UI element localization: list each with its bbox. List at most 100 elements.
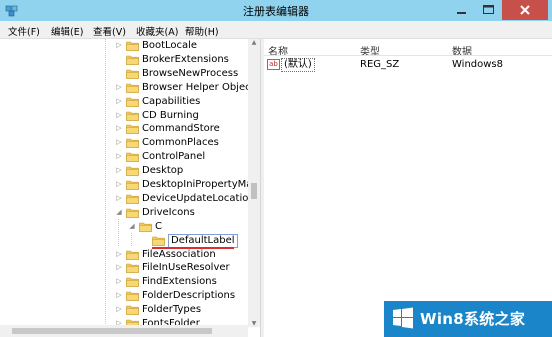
- tree-item[interactable]: ▷ CD Burning: [0, 109, 248, 123]
- values-list[interactable]: 名称 类型 数据 ab (默认) REG_SZ Windows8: [264, 39, 552, 337]
- menu-view[interactable]: 查看(V): [93, 24, 126, 38]
- tree-item-label: CD Burning: [142, 109, 199, 121]
- tree-item[interactable]: ◢ C: [0, 220, 248, 234]
- folder-icon: [126, 277, 139, 288]
- folder-icon: [126, 97, 139, 107]
- folder-icon: [126, 69, 139, 79]
- tree-item[interactable]: DefaultLabel: [0, 233, 248, 248]
- tree-item[interactable]: ▷ FolderDescriptions: [0, 289, 248, 303]
- tree-item-label: FolderDescriptions: [142, 290, 236, 302]
- folder-icon: [126, 138, 139, 149]
- title-bar: 注册表编辑器: [0, 0, 552, 21]
- tree-item-label: ControlPanel: [142, 151, 206, 163]
- maximize-button[interactable]: [475, 0, 502, 20]
- maximize-icon: [483, 5, 494, 14]
- folder-icon: [126, 111, 139, 121]
- tree-item-label: DefaultLabel: [168, 233, 238, 248]
- string-value-icon: ab: [267, 59, 280, 70]
- folder-icon: [126, 83, 139, 93]
- expand-arrow-icon[interactable]: ▷: [115, 250, 123, 258]
- watermark: Win8系统之家: [384, 301, 552, 337]
- folder-icon: [126, 125, 139, 135]
- value-data: Windows8: [452, 59, 504, 70]
- scroll-up-icon[interactable]: ▲: [248, 39, 260, 46]
- expand-arrow-icon[interactable]: ▷: [115, 138, 123, 146]
- tree-horizontal-scrollbar[interactable]: [0, 325, 248, 337]
- registry-tree[interactable]: ▷ BootLocale BrokerExtensions BrowseNewProc…: [0, 39, 260, 337]
- tree-item[interactable]: ▷ Browser Helper Object: [0, 81, 254, 95]
- tree-item[interactable]: ▷ CommandStore: [0, 122, 248, 136]
- expand-arrow-icon[interactable]: ▷: [115, 180, 123, 188]
- expand-arrow-icon[interactable]: ▷: [115, 152, 123, 160]
- tree-item-label: DesktopIniPropertyMa: [142, 179, 253, 190]
- windows-logo-icon: [393, 307, 413, 329]
- folder-icon: [126, 152, 139, 162]
- tree-item-label: DriveIcons: [142, 206, 195, 218]
- close-button[interactable]: [502, 0, 548, 20]
- tree-item[interactable]: ▷ FileInUseResolver: [0, 261, 248, 275]
- folder-icon: [126, 41, 139, 51]
- tree-item[interactable]: ▷ Desktop: [0, 164, 248, 178]
- expand-arrow-icon[interactable]: ▷: [115, 41, 123, 49]
- scroll-down-icon[interactable]: ▼: [248, 320, 260, 327]
- tree-item[interactable]: ▷ ControlPanel: [0, 150, 248, 164]
- expand-arrow-icon[interactable]: ◢: [115, 208, 123, 216]
- tree-item-label: BrowseNewProcess: [142, 67, 239, 79]
- tree-item-label: Capabilities: [142, 95, 201, 107]
- tree-item-label: Browser Helper Object: [142, 81, 255, 93]
- tree-item[interactable]: ▷ DeviceUpdateLocations: [0, 192, 260, 206]
- expand-arrow-icon[interactable]: ▷: [115, 166, 123, 174]
- expand-arrow-icon[interactable]: ▷: [115, 97, 123, 105]
- expand-arrow-icon[interactable]: ▷: [115, 124, 123, 132]
- menu-favorites[interactable]: 收藏夹(A): [136, 24, 178, 38]
- expand-arrow-icon[interactable]: ▷: [115, 305, 123, 313]
- tree-item[interactable]: ▷ CommonPlaces: [0, 136, 248, 150]
- expand-arrow-icon[interactable]: ▷: [115, 194, 123, 202]
- tree-item-label: FindExtensions: [142, 276, 217, 288]
- tree-item[interactable]: ▷ BootLocale: [0, 39, 248, 53]
- value-name[interactable]: (默认): [281, 58, 315, 72]
- tree-vertical-scrollbar[interactable]: ▲ ▼: [248, 39, 260, 327]
- tree-item-label: Desktop: [142, 165, 184, 177]
- expand-arrow-icon[interactable]: ▷: [115, 263, 123, 271]
- tree-item-label: FolderTypes: [142, 304, 202, 316]
- tree-item[interactable]: ▷ FolderTypes: [0, 303, 248, 317]
- expand-arrow-icon[interactable]: ▷: [115, 83, 123, 91]
- tree-item[interactable]: ▷ FileAssociation: [0, 248, 248, 262]
- folder-icon: [126, 194, 139, 204]
- tree-item-label: CommonPlaces: [142, 137, 219, 149]
- tree-item[interactable]: BrowseNewProcess: [0, 67, 248, 81]
- column-header-divider: [264, 55, 552, 56]
- expand-arrow-icon[interactable]: ◢: [128, 222, 136, 230]
- tree-item[interactable]: ▷ FindExtensions: [0, 275, 248, 289]
- tree-item-label: BrokerExtensions: [142, 53, 229, 65]
- expand-arrow-icon[interactable]: ▷: [115, 277, 123, 285]
- tree-item[interactable]: BrokerExtensions: [0, 53, 248, 67]
- tree-item[interactable]: ▷ Capabilities: [0, 95, 248, 109]
- expand-arrow-icon[interactable]: ▷: [115, 111, 123, 119]
- folder-icon: [152, 236, 165, 246]
- value-row[interactable]: ab (默认) REG_SZ Windows8: [264, 57, 552, 72]
- tree-item[interactable]: ◢ DriveIcons: [0, 206, 248, 220]
- tree-vertical-scroll-thumb[interactable]: [251, 183, 257, 199]
- folder-icon: [126, 208, 139, 218]
- close-icon: [520, 5, 530, 15]
- tree-horizontal-scroll-thumb[interactable]: [12, 328, 212, 334]
- folder-icon: [126, 250, 139, 260]
- minimize-button[interactable]: [448, 0, 475, 20]
- menu-help[interactable]: 帮助(H): [185, 24, 219, 38]
- folder-icon: [126, 166, 139, 176]
- menu-edit[interactable]: 编辑(E): [51, 24, 83, 38]
- tree-item-label: FileAssociation: [142, 248, 216, 260]
- folder-icon: [126, 291, 139, 301]
- menu-bar: 文件(F) 编辑(E) 查看(V) 收藏夹(A) 帮助(H): [0, 21, 552, 39]
- tree-item-label: BootLocale: [142, 40, 198, 51]
- folder-icon: [126, 55, 139, 65]
- value-type: REG_SZ: [360, 59, 400, 70]
- folder-icon: [126, 264, 139, 274]
- highlight-underline: [152, 247, 234, 249]
- tree-item[interactable]: ▷ DesktopIniPropertyMa: [0, 178, 252, 192]
- expand-arrow-icon[interactable]: ▷: [115, 291, 123, 299]
- menu-file[interactable]: 文件(F): [8, 24, 40, 38]
- folder-icon: [126, 305, 139, 315]
